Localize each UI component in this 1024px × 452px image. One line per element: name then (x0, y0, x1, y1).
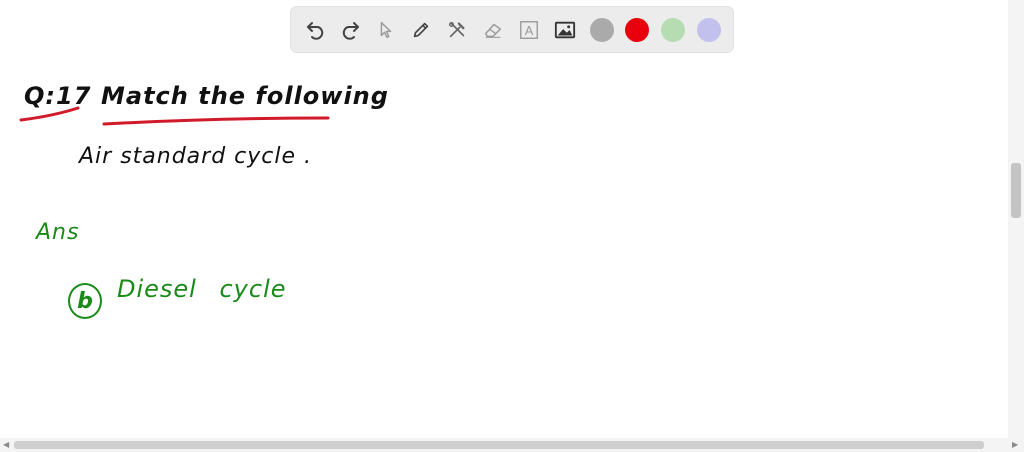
vertical-scroll-thumb[interactable] (1011, 163, 1021, 218)
answer-option-circle: b (68, 283, 102, 319)
color-swatch-green[interactable] (661, 18, 685, 42)
answer-option-letter: b (77, 288, 93, 314)
color-swatch-red[interactable] (625, 18, 649, 42)
redo-icon (342, 22, 359, 40)
horizontal-scrollbar[interactable]: ◀ ▶ (0, 438, 1024, 452)
text-tool-glyph: A (525, 23, 534, 38)
tools-icon (448, 21, 465, 38)
horizontal-scroll-thumb[interactable] (14, 441, 984, 449)
whiteboard-canvas[interactable]: Q:17 Match the following Air standard cy… (0, 60, 1008, 438)
undo-button[interactable] (303, 17, 329, 43)
answer-label: Ans (36, 220, 80, 245)
pencil-icon (413, 22, 429, 38)
cursor-icon (380, 21, 392, 39)
tools-button[interactable] (444, 17, 470, 43)
image-tool-button[interactable] (552, 17, 578, 43)
color-swatch-gray[interactable] (590, 18, 614, 42)
scroll-left-arrow-icon[interactable]: ◀ (3, 441, 9, 449)
question-number-underline (19, 106, 80, 122)
text-tool-button[interactable]: A (516, 17, 542, 43)
drawing-toolbar: A (291, 7, 733, 52)
pen-tool-button[interactable] (408, 17, 434, 43)
question-title: Match the following (101, 82, 389, 110)
vertical-scrollbar[interactable] (1008, 0, 1024, 438)
eraser-icon (484, 23, 502, 38)
text-box-icon: A (520, 21, 538, 39)
color-swatch-lavender[interactable] (697, 18, 721, 42)
select-tool-button[interactable] (373, 17, 399, 43)
redo-button[interactable] (337, 17, 363, 43)
question-title-underline (102, 116, 330, 126)
scroll-right-arrow-icon[interactable]: ▶ (1012, 441, 1018, 449)
undo-icon (307, 22, 324, 40)
image-icon (554, 21, 576, 39)
topic-line: Air standard cycle . (79, 144, 313, 169)
answer-text: Diesel cycle (117, 275, 287, 303)
eraser-tool-button[interactable] (480, 17, 506, 43)
